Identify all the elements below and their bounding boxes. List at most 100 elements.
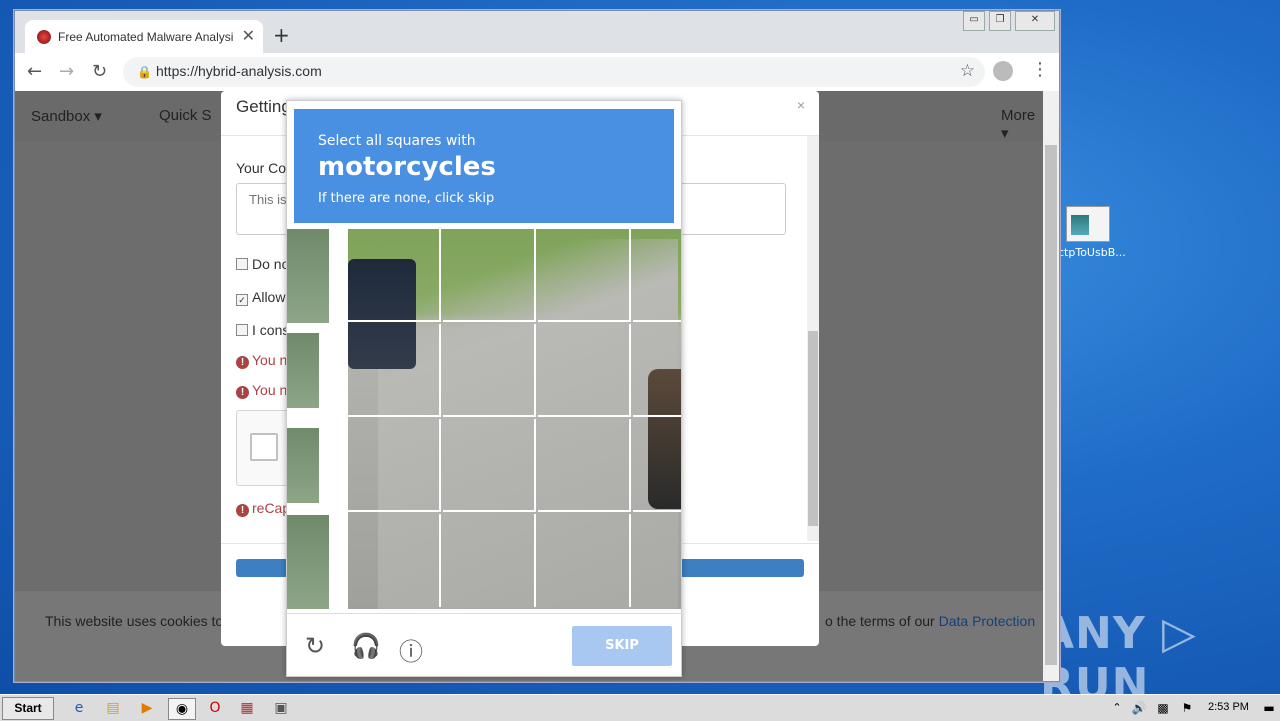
back-icon[interactable]: ← — [27, 61, 42, 82]
strip-tile — [287, 515, 329, 609]
new-tab-button[interactable]: + — [273, 23, 290, 47]
modal-scrollbar[interactable] — [807, 136, 819, 541]
favicon-icon — [37, 30, 51, 44]
instruction-line1: Select all squares with — [318, 133, 476, 149]
data-protection-link[interactable]: Data Protection — [939, 613, 1036, 629]
checkbox-box[interactable] — [236, 324, 248, 336]
chrome-menu-icon[interactable]: ⋮ — [1031, 59, 1049, 80]
grid-tile[interactable] — [633, 324, 681, 417]
page-scrollbar[interactable] — [1043, 91, 1059, 681]
tray-expand-icon[interactable]: ⌃ — [1106, 698, 1128, 718]
error-text: You n — [252, 382, 288, 398]
grid-tile[interactable] — [633, 229, 681, 322]
error-icon: ! — [236, 386, 249, 399]
reload-icon[interactable]: ↻ — [305, 632, 325, 660]
strip-tile — [287, 229, 329, 323]
taskbar: Start e ▤ ▶ ◉ O ▦ ▣ ⌃ 🔊 ▩ ⚑ ▬ 2:53 PM — [0, 694, 1280, 721]
tab-title: Free Automated Malware Analysis S — [58, 30, 233, 44]
ie-icon[interactable]: e — [68, 698, 90, 718]
system-tray: ⌃ 🔊 ▩ ⚑ ▬ — [1106, 695, 1280, 721]
address-bar[interactable]: 🔒 https://hybrid-analysis.com ☆ — [123, 57, 985, 87]
tab-close-icon[interactable]: ✕ — [242, 26, 255, 46]
checkbox-label: I cons — [252, 322, 290, 338]
grid-tile[interactable] — [443, 419, 536, 512]
desktop-file-icon[interactable]: ctpToUsbB... — [1058, 206, 1126, 259]
error-message: ! You n — [236, 352, 287, 369]
error-icon: ! — [236, 356, 249, 369]
recaptcha-error: ! reCap — [236, 500, 290, 517]
show-desktop-icon[interactable]: ▬ — [1258, 698, 1280, 718]
image-grid — [348, 229, 681, 609]
restore-button[interactable]: ❐ — [989, 11, 1011, 31]
network-icon[interactable]: ▩ — [1152, 698, 1174, 718]
checkbox-do-not[interactable]: Do no — [236, 256, 289, 272]
checkbox-label: Allow — [252, 289, 286, 305]
grid-tile[interactable] — [633, 419, 681, 512]
challenge-footer: ↻ 🎧 ⓘ SKIP — [287, 613, 681, 677]
error-text: reCap — [252, 500, 291, 516]
start-label: Start — [14, 701, 42, 715]
cookie-text-left: This website uses cookies to — [45, 613, 224, 629]
grid-tile[interactable] — [348, 324, 441, 417]
minimize-button[interactable]: ▭ — [963, 11, 985, 31]
browser-tab[interactable]: Free Automated Malware Analysis S ✕ — [25, 20, 263, 53]
close-window-button[interactable]: ✕ — [1015, 11, 1055, 31]
bookmark-star-icon[interactable]: ☆ — [960, 61, 975, 81]
instruction-line2: If there are none, click skip — [318, 191, 495, 206]
modal-scroll-thumb[interactable] — [808, 331, 818, 526]
checkbox-box[interactable] — [236, 258, 248, 270]
comment-label: Your Cor — [236, 160, 291, 176]
file-thumbnail-icon — [1066, 206, 1110, 242]
grid-tile[interactable] — [443, 229, 536, 322]
grid-tile[interactable] — [443, 324, 536, 417]
forward-icon[interactable]: → — [59, 61, 74, 82]
media-player-icon[interactable]: ▶ — [136, 698, 158, 718]
explorer-icon[interactable]: ▤ — [102, 698, 124, 718]
grid-tile[interactable] — [633, 514, 681, 607]
flag-icon[interactable]: ⚑ — [1176, 698, 1198, 718]
cookie-terms-text: o the terms of our — [825, 613, 939, 629]
recaptcha-checkbox[interactable] — [250, 433, 278, 461]
window-icon[interactable]: ▣ — [270, 698, 292, 718]
nav-quick-scan[interactable]: Quick S — [159, 107, 212, 124]
challenge-header: Select all squares with motorcycles If t… — [294, 109, 674, 223]
previous-image-strip — [287, 229, 329, 609]
strip-tile — [287, 428, 319, 503]
profile-avatar-icon[interactable] — [993, 61, 1013, 81]
checkbox-consent[interactable]: I cons — [236, 322, 289, 338]
strip-tile — [287, 333, 319, 408]
reload-icon[interactable]: ↻ — [92, 61, 107, 82]
title-bar: Free Automated Malware Analysis S ✕ + ▭ … — [15, 11, 1059, 53]
nav-more[interactable]: More ▾ — [1001, 107, 1043, 142]
checkbox-label: Do no — [252, 256, 290, 272]
grid-tile[interactable] — [538, 514, 631, 607]
challenge-target: motorcycles — [318, 152, 496, 182]
grid-tile[interactable] — [348, 229, 441, 322]
winrar-icon[interactable]: ▦ — [236, 698, 258, 718]
nav-sandbox[interactable]: Sandbox ▾ — [31, 107, 102, 125]
opera-icon[interactable]: O — [204, 698, 226, 718]
error-text: You n — [252, 352, 288, 368]
modal-close-button[interactable]: × — [797, 97, 805, 113]
grid-tile[interactable] — [443, 514, 536, 607]
volume-icon[interactable]: 🔊 — [1128, 698, 1150, 718]
desktop-file-label: ctpToUsbB... — [1058, 246, 1126, 259]
grid-tile[interactable] — [348, 514, 441, 607]
checkbox-checked-box[interactable]: ✓ — [236, 294, 248, 306]
grid-tile[interactable] — [538, 419, 631, 512]
clock[interactable]: 2:53 PM — [1208, 701, 1249, 713]
chrome-taskbar-icon[interactable]: ◉ — [168, 698, 196, 720]
info-icon[interactable]: ⓘ — [399, 632, 423, 667]
grid-tile[interactable] — [348, 419, 441, 512]
lock-icon: 🔒 — [137, 65, 152, 79]
checkbox-allow[interactable]: ✓ Allow — [236, 289, 285, 306]
error-message: ! You n — [236, 382, 287, 399]
skip-button[interactable]: SKIP — [572, 626, 672, 666]
grid-tile[interactable] — [538, 324, 631, 417]
grid-tile[interactable] — [538, 229, 631, 322]
error-icon: ! — [236, 504, 249, 517]
page-scroll-thumb[interactable] — [1045, 145, 1057, 665]
url-text[interactable]: https://hybrid-analysis.com — [156, 63, 322, 79]
headphones-icon[interactable]: 🎧 — [351, 632, 381, 660]
start-button[interactable]: Start — [2, 697, 54, 720]
